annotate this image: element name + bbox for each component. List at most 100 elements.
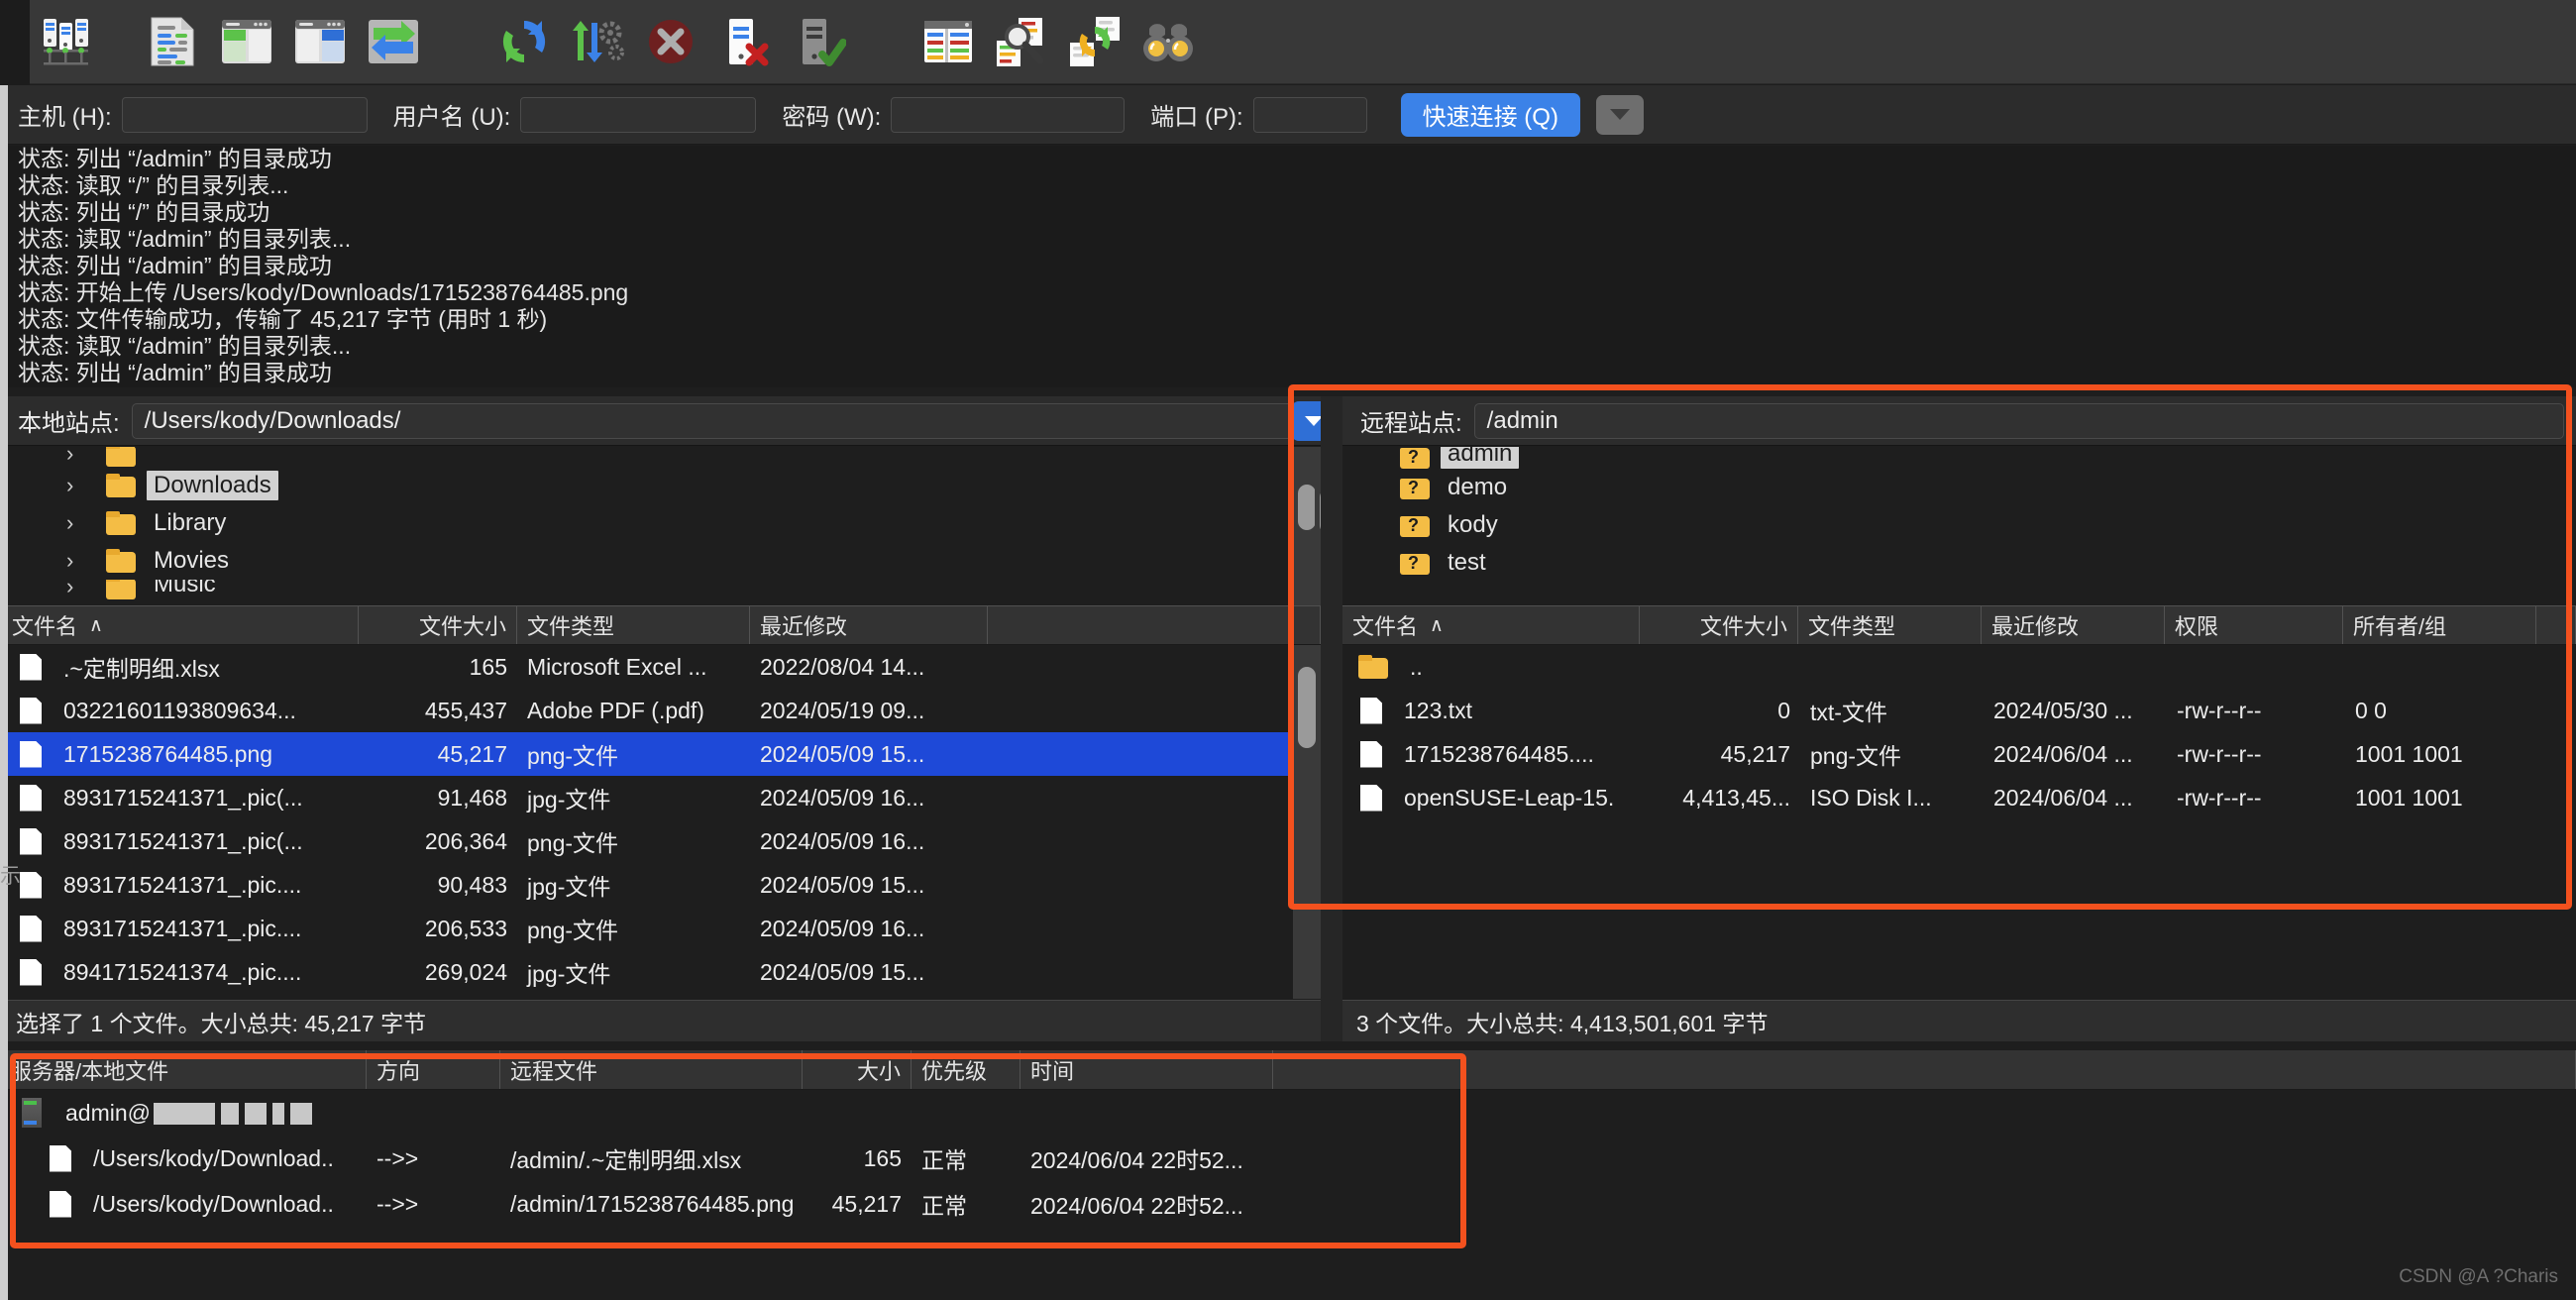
remote-path-input[interactable]: /admin bbox=[1473, 402, 2564, 439]
tree-item[interactable]: demo bbox=[1342, 469, 2576, 506]
toggle-remote-tree-icon[interactable] bbox=[289, 11, 351, 72]
toggle-transfer-queue-icon[interactable] bbox=[363, 11, 424, 72]
local-list-header: 文件名 ∧ 文件大小 文件类型 最近修改 bbox=[0, 605, 1321, 645]
column-header-4[interactable]: 权限 bbox=[2165, 606, 2343, 644]
column-header-2[interactable]: 文件类型 bbox=[517, 606, 750, 644]
stray-overflow-glyph: 示 bbox=[0, 865, 21, 888]
table-row[interactable]: 123.txt 0 txt-文件 2024/05/30 ... -rw-r--r-- 0 … bbox=[1342, 689, 2576, 732]
host-input[interactable] bbox=[121, 96, 368, 133]
log-line: 状态: 读取 “/” 的目录列表... bbox=[18, 172, 289, 198]
queue-server-row[interactable]: admin@ bbox=[0, 1090, 2576, 1136]
queue-row[interactable]: /Users/kody/Download.. -->> /admin/1715238… bbox=[0, 1181, 2576, 1227]
port-input[interactable] bbox=[1252, 96, 1367, 133]
cell-modified: 2024/06/04 ... bbox=[1993, 784, 2133, 811]
cell-filetype: ISO Disk I... bbox=[1810, 784, 1932, 811]
log-line: 状态: 列出 “/” 的目录成功 bbox=[18, 199, 270, 225]
cell-filename: 8941715241374_.pic.... bbox=[63, 958, 302, 985]
table-row[interactable]: 1715238764485.... 45,217 png-文件 2024/06/04 … bbox=[1342, 732, 2576, 776]
chevron-right-icon[interactable]: › bbox=[66, 510, 92, 536]
table-row[interactable]: 8931715241371_.pic(... 91,468 jpg-文件 2024/0… bbox=[2, 776, 1321, 819]
queue-column-header-label: 优先级 bbox=[921, 1058, 988, 1084]
table-row[interactable]: 8931715241371_.pic.... 90,483 jpg-文件 2024/0… bbox=[2, 863, 1321, 907]
table-row[interactable]: .. bbox=[1342, 645, 2576, 689]
column-header-3[interactable]: 最近修改 bbox=[750, 606, 988, 644]
tree-item-label bbox=[147, 465, 161, 467]
queue-column-header-1[interactable]: 方向 bbox=[367, 1050, 500, 1089]
column-header-3[interactable]: 最近修改 bbox=[1982, 606, 2165, 644]
local-file-list[interactable]: .~定制明细.xlsx 165 Microsoft Excel ... 2022/08… bbox=[0, 645, 1321, 999]
table-row[interactable]: .~定制明细.xlsx 165 Microsoft Excel ... 2022/08… bbox=[2, 645, 1321, 689]
cancel-operation-icon[interactable] bbox=[640, 11, 701, 72]
message-log[interactable]: 状态: 列出 “/admin” 的目录成功 状态: 读取 “/” 的目录列表...… bbox=[0, 146, 2576, 387]
table-row[interactable]: 8931715241371_.pic(... 206,364 png-文件 2024/… bbox=[2, 819, 1321, 863]
column-header-filler[interactable] bbox=[988, 606, 1321, 644]
quick-connect-button[interactable]: 快速连接 (Q) bbox=[1400, 92, 1580, 137]
tree-item[interactable]: › Music bbox=[2, 580, 1321, 599]
tree-item-label: kody bbox=[1448, 511, 1498, 538]
local-list-scrollbar[interactable] bbox=[1293, 645, 1321, 999]
toggle-local-tree-icon[interactable] bbox=[216, 11, 277, 72]
chevron-right-icon[interactable]: › bbox=[66, 473, 92, 498]
queue-column-header-4[interactable]: 优先级 bbox=[912, 1050, 1020, 1089]
column-header-1[interactable]: 文件大小 bbox=[1640, 606, 1798, 644]
folder-icon bbox=[106, 549, 136, 573]
cell-filetype: Microsoft Excel ... bbox=[527, 653, 707, 680]
table-row[interactable]: openSUSE-Leap-15. 4,413,45... ISO Disk I..… bbox=[1342, 776, 2576, 819]
local-directory-tree[interactable]: › › Downloads › Library › Movies › Music bbox=[0, 447, 1321, 605]
log-line: 状态: 读取 “/admin” 的目录列表... bbox=[18, 333, 352, 359]
column-header-2[interactable]: 文件类型 bbox=[1798, 606, 1982, 644]
table-row[interactable]: 8941715241374_.pic.... 269,024 jpg-文件 2024/… bbox=[2, 950, 1321, 994]
folder-icon bbox=[1400, 476, 1430, 499]
column-header-0[interactable]: 文件名 ∧ bbox=[2, 606, 359, 644]
refresh-icon[interactable] bbox=[493, 11, 555, 72]
remote-file-list[interactable]: .. 123.txt 0 txt-文件 2024/05/30 ... -rw-r--r--… bbox=[1342, 645, 2576, 999]
local-path-input[interactable]: /Users/kody/Downloads/ bbox=[131, 402, 1309, 439]
toggle-message-log-icon[interactable] bbox=[143, 11, 204, 72]
queue-row[interactable]: /Users/kody/Download.. -->> /admin/.~定制明细.… bbox=[0, 1136, 2576, 1181]
tree-item[interactable]: › Library bbox=[2, 504, 1321, 542]
queue-column-header-0[interactable]: 服务器/本地文件 bbox=[0, 1050, 367, 1089]
pane-splitter[interactable] bbox=[1321, 396, 1342, 1041]
chevron-right-icon[interactable]: › bbox=[66, 548, 92, 574]
cell-modified: 2024/05/09 16... bbox=[760, 827, 925, 854]
local-list-scroll-thumb[interactable] bbox=[1298, 667, 1316, 748]
folder-icon bbox=[106, 474, 136, 497]
queue-column-header-2[interactable]: 远程文件 bbox=[500, 1050, 803, 1089]
local-tree-scroll-thumb[interactable] bbox=[1298, 485, 1316, 530]
remote-directory-tree[interactable]: admin demo kody test bbox=[1342, 447, 2576, 605]
queue-column-header-filler[interactable] bbox=[1273, 1050, 2576, 1089]
column-header-1[interactable]: 文件大小 bbox=[359, 606, 517, 644]
table-row[interactable]: 8931715241371_.pic.... 206,533 png-文件 2024/… bbox=[2, 907, 1321, 950]
column-header-0[interactable]: 文件名 ∧ bbox=[1342, 606, 1640, 644]
password-input[interactable] bbox=[891, 96, 1126, 133]
disconnect-icon[interactable] bbox=[713, 11, 775, 72]
queue-cell-size: 45,217 bbox=[831, 1190, 902, 1217]
column-header-5[interactable]: 所有者/组 bbox=[2343, 606, 2536, 644]
column-header-filler[interactable] bbox=[2536, 606, 2576, 644]
cell-filename: 03221601193809634... bbox=[63, 697, 296, 723]
filter-icon[interactable] bbox=[917, 11, 979, 72]
username-input[interactable] bbox=[520, 96, 757, 133]
transfer-queue[interactable]: admin@ /Users/kody/Download.. -->> /admin/.… bbox=[0, 1090, 2576, 1258]
table-row[interactable]: 1715238764485.png 45,217 png-文件 2024/05/09 … bbox=[2, 732, 1321, 776]
find-files-icon[interactable] bbox=[1137, 11, 1199, 72]
process-queue-icon[interactable] bbox=[567, 11, 628, 72]
tree-item[interactable]: › Downloads bbox=[2, 467, 1321, 504]
synchronized-browsing-icon[interactable] bbox=[1064, 11, 1126, 72]
site-manager-icon[interactable] bbox=[36, 11, 97, 72]
chevron-right-icon[interactable]: › bbox=[66, 447, 92, 467]
tree-item[interactable]: › Movies bbox=[2, 542, 1321, 580]
compare-directories-icon[interactable] bbox=[991, 11, 1052, 72]
tree-item[interactable]: test bbox=[1342, 544, 2576, 582]
queue-column-header-5[interactable]: 时间 bbox=[1020, 1050, 1273, 1089]
file-icon bbox=[20, 784, 42, 812]
reconnect-icon[interactable] bbox=[787, 11, 848, 72]
queue-column-header-3[interactable]: 大小 bbox=[803, 1050, 912, 1089]
tree-item[interactable]: admin bbox=[1342, 447, 2576, 469]
cell-modified: 2022/08/04 14... bbox=[760, 653, 925, 680]
chevron-down-icon[interactable] bbox=[1595, 94, 1644, 135]
chevron-right-icon[interactable]: › bbox=[66, 580, 92, 599]
tree-item[interactable]: › bbox=[2, 447, 1321, 467]
tree-item[interactable]: kody bbox=[1342, 506, 2576, 544]
table-row[interactable]: 03221601193809634... 455,437 Adobe PDF (.p… bbox=[2, 689, 1321, 732]
